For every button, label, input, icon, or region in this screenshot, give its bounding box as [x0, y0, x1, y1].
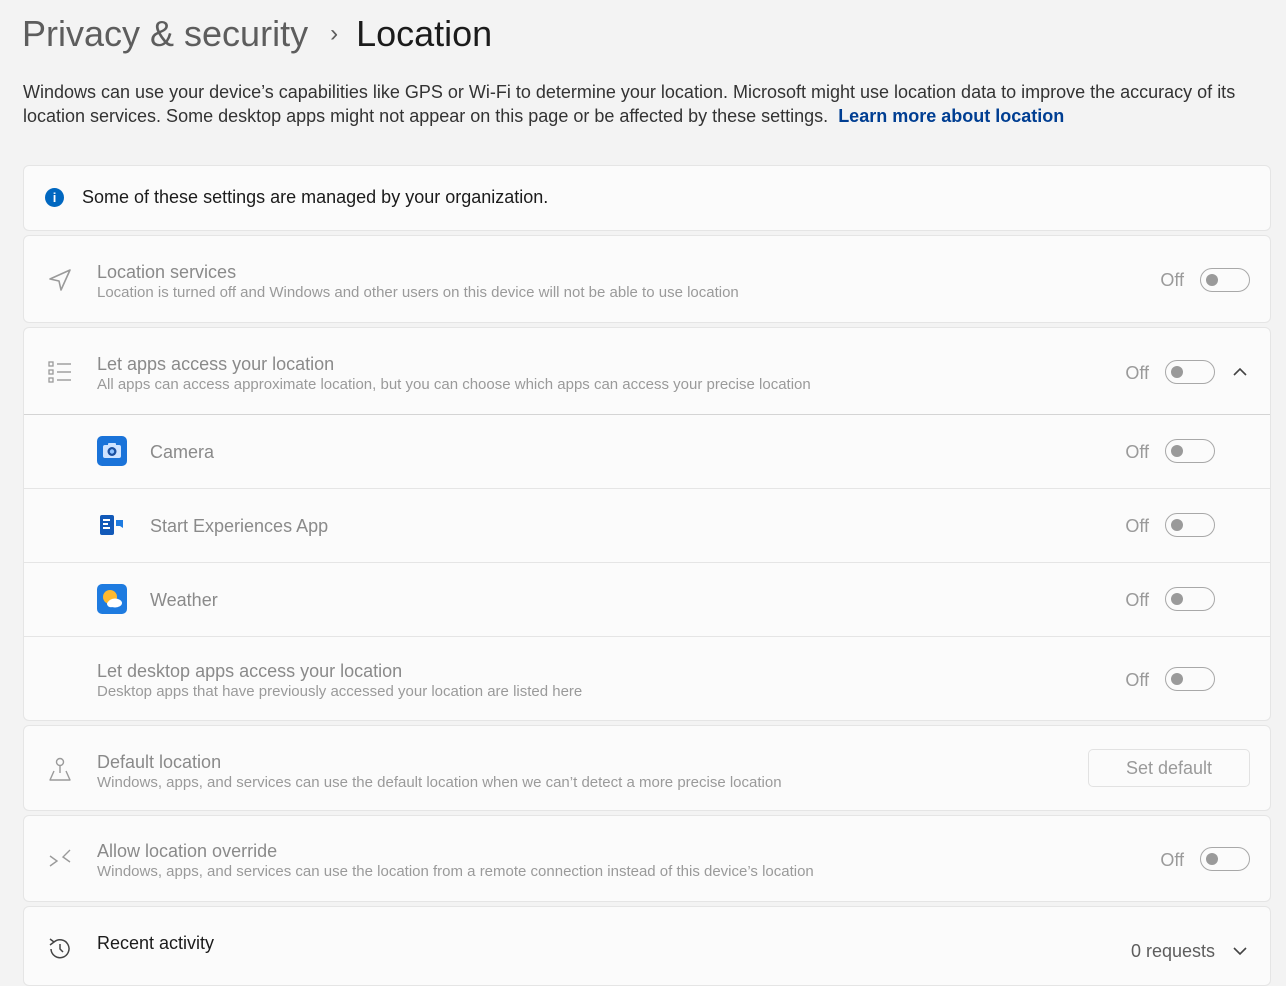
info-icon: i	[45, 188, 64, 207]
location-services-card: Location services Location is turned off…	[23, 235, 1271, 323]
toggle-knob	[1171, 366, 1183, 378]
override-arrows-icon	[44, 843, 76, 875]
camera-location-toggle[interactable]	[1165, 439, 1215, 463]
location-override-subtitle: Windows, apps, and services can use the …	[97, 863, 814, 880]
page-description: Windows can use your device’s capabiliti…	[23, 80, 1273, 128]
recent-activity-card[interactable]: Recent activity 0 requests	[23, 906, 1271, 986]
app-row-start-experiences: Start Experiences App Off	[24, 489, 1270, 562]
desktop-apps-subtitle: Desktop apps that have previously access…	[97, 683, 583, 700]
toggle-knob	[1171, 519, 1183, 531]
weather-app-icon	[97, 584, 127, 614]
toggle-knob	[1171, 593, 1183, 605]
app-access-toggle[interactable]	[1165, 360, 1215, 384]
app-name-camera: Camera	[150, 442, 215, 462]
location-services-subtitle: Location is turned off and Windows and o…	[97, 284, 739, 301]
map-pin-icon	[44, 753, 76, 785]
app-name-start-experiences: Start Experiences App	[150, 516, 329, 536]
location-override-card: Allow location override Windows, apps, a…	[23, 815, 1271, 902]
camera-app-icon	[97, 436, 127, 466]
location-override-title: Allow location override	[97, 841, 278, 861]
toggle-knob	[1206, 853, 1218, 865]
location-override-state: Off	[1160, 850, 1184, 870]
location-override-toggle[interactable]	[1200, 847, 1250, 871]
weather-state: Off	[1125, 590, 1149, 610]
chevron-down-icon[interactable]	[1230, 941, 1250, 961]
app-access-state: Off	[1125, 363, 1149, 383]
default-location-title: Default location	[97, 752, 222, 772]
navigation-arrow-icon	[44, 264, 76, 296]
desktop-apps-title: Let desktop apps access your location	[97, 661, 403, 681]
set-default-button[interactable]: Set default	[1088, 749, 1250, 787]
list-icon	[44, 356, 76, 388]
banner-text: Some of these settings are managed by yo…	[82, 187, 549, 207]
start-experiences-location-toggle[interactable]	[1165, 513, 1215, 537]
app-access-subtitle: All apps can access approximate location…	[97, 376, 811, 393]
page-title: Location	[356, 13, 493, 54]
location-services-title: Location services	[97, 262, 237, 282]
app-access-card: Let apps access your location All apps c…	[23, 327, 1271, 721]
desktop-apps-state: Off	[1125, 670, 1149, 690]
start-experiences-state: Off	[1125, 516, 1149, 536]
default-location-card: Default location Windows, apps, and serv…	[23, 725, 1271, 811]
desktop-apps-location-toggle[interactable]	[1165, 667, 1215, 691]
chevron-up-icon[interactable]	[1230, 362, 1250, 382]
toggle-knob	[1171, 673, 1183, 685]
location-services-state: Off	[1160, 270, 1184, 290]
managed-info-banner: i Some of these settings are managed by …	[23, 165, 1271, 231]
start-experiences-app-icon	[97, 510, 127, 540]
toggle-knob	[1171, 445, 1183, 457]
learn-more-link[interactable]: Learn more about location	[838, 106, 1064, 126]
toggle-knob	[1206, 274, 1218, 286]
app-row-weather: Weather Off	[24, 563, 1270, 636]
app-name-weather: Weather	[150, 590, 218, 610]
recent-activity-title: Recent activity	[97, 933, 215, 953]
desktop-apps-row: Let desktop apps access your location De…	[24, 637, 1270, 721]
location-services-toggle[interactable]	[1200, 268, 1250, 292]
default-location-subtitle: Windows, apps, and services can use the …	[97, 774, 782, 791]
history-icon	[44, 933, 76, 965]
breadcrumb-privacy-security[interactable]: Privacy & security	[22, 13, 308, 55]
weather-location-toggle[interactable]	[1165, 587, 1215, 611]
chevron-right-icon: ›	[330, 20, 339, 47]
breadcrumb: Privacy & security › Location	[22, 10, 492, 58]
app-row-camera: Camera Off	[24, 415, 1270, 488]
recent-activity-count: 0 requests	[1130, 941, 1215, 961]
app-access-title: Let apps access your location	[97, 354, 335, 374]
camera-state: Off	[1125, 442, 1149, 462]
